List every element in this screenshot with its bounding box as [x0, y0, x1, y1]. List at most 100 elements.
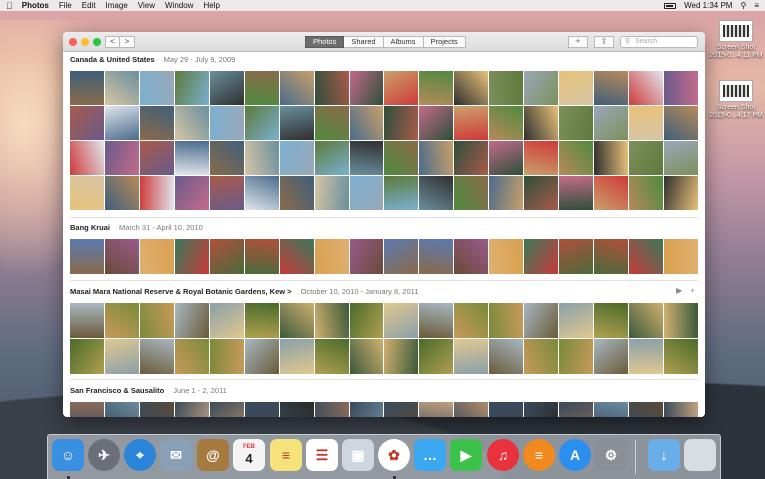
dock-finder-icon[interactable]: ☺ — [52, 439, 84, 471]
photo-thumbnail[interactable] — [454, 339, 489, 374]
photo-thumbnail[interactable] — [594, 141, 629, 175]
photo-thumbnail[interactable] — [70, 141, 104, 175]
photo-thumbnail[interactable] — [489, 339, 524, 374]
photo-thumbnail[interactable] — [314, 239, 349, 274]
photo-thumbnail[interactable] — [104, 106, 139, 140]
photo-thumbnail[interactable] — [384, 303, 419, 338]
photo-thumbnail[interactable] — [104, 141, 139, 175]
photo-thumbnail[interactable] — [139, 71, 174, 105]
photo-thumbnail[interactable] — [559, 339, 594, 374]
photo-thumbnail[interactable] — [349, 402, 384, 417]
photo-thumbnail[interactable] — [664, 239, 698, 274]
fullscreen-button[interactable] — [93, 38, 101, 46]
photo-thumbnail[interactable] — [629, 303, 664, 338]
photo-thumbnail[interactable] — [384, 106, 419, 140]
photo-thumbnail[interactable] — [279, 339, 314, 374]
photo-thumbnail[interactable] — [524, 141, 559, 175]
photo-thumbnail[interactable] — [384, 239, 419, 274]
photo-thumbnail[interactable] — [489, 106, 524, 140]
photo-thumbnail[interactable] — [209, 176, 244, 210]
photo-thumbnail[interactable] — [279, 303, 314, 338]
dock-trash-icon[interactable] — [684, 439, 716, 471]
photo-thumbnail[interactable] — [664, 141, 698, 175]
photo-thumbnail[interactable] — [384, 141, 419, 175]
photo-thumbnail[interactable] — [524, 176, 559, 210]
desktop-file-screenshot-2[interactable]: Screen Shot 2015-0...4.17 PM — [706, 80, 765, 120]
photo-thumbnail[interactable] — [664, 106, 698, 140]
photo-thumbnail[interactable] — [559, 303, 594, 338]
photo-thumbnail[interactable] — [454, 106, 489, 140]
spotlight-icon[interactable]: ⚲ — [740, 1, 746, 10]
photo-thumbnail[interactable] — [489, 239, 524, 274]
photo-thumbnail[interactable] — [489, 303, 524, 338]
tab-albums[interactable]: Albums — [383, 36, 424, 48]
photo-thumbnail[interactable] — [104, 339, 139, 374]
photo-thumbnail[interactable] — [384, 339, 419, 374]
photo-thumbnail[interactable] — [454, 402, 489, 417]
dock-photos-icon[interactable]: ✿ — [378, 439, 410, 471]
photo-thumbnail[interactable] — [139, 339, 174, 374]
close-button[interactable] — [69, 38, 77, 46]
photo-thumbnail[interactable] — [244, 106, 279, 140]
photo-thumbnail[interactable] — [594, 303, 629, 338]
photo-thumbnail[interactable] — [279, 141, 314, 175]
moment-title[interactable]: Canada & United States — [70, 55, 155, 64]
moment-title[interactable]: Masai Mara National Reserve & Royal Bota… — [70, 287, 292, 296]
photo-thumbnail[interactable] — [139, 402, 174, 417]
photo-thumbnail[interactable] — [419, 339, 454, 374]
moment-title[interactable]: San Francisco & Sausalito — [70, 386, 164, 395]
photo-thumbnail[interactable] — [524, 239, 559, 274]
photo-thumbnail[interactable] — [70, 176, 104, 210]
photo-thumbnail[interactable] — [489, 71, 524, 105]
photo-thumbnail[interactable] — [279, 106, 314, 140]
photo-thumbnail[interactable] — [559, 141, 594, 175]
dock-app-store-icon[interactable]: A — [559, 439, 591, 471]
photo-thumbnail[interactable] — [559, 176, 594, 210]
photo-thumbnail[interactable] — [174, 176, 209, 210]
tab-projects[interactable]: Projects — [423, 36, 466, 48]
forward-button[interactable]: > — [120, 36, 135, 48]
photo-thumbnail[interactable] — [139, 176, 174, 210]
photo-thumbnail[interactable] — [279, 239, 314, 274]
add-to-icon[interactable]: + — [690, 286, 695, 295]
dock-calendar-icon[interactable]: FEB 4 — [233, 439, 265, 471]
photo-thumbnail[interactable] — [314, 71, 349, 105]
minimize-button[interactable] — [81, 38, 89, 46]
photo-thumbnail[interactable] — [70, 303, 104, 338]
add-button[interactable]: + — [568, 36, 588, 48]
battery-icon[interactable] — [664, 2, 677, 9]
photo-thumbnail[interactable] — [139, 303, 174, 338]
photo-thumbnail[interactable] — [664, 303, 698, 338]
photo-thumbnail[interactable] — [104, 71, 139, 105]
clock[interactable]: Wed 1:34 PM — [684, 1, 732, 10]
photo-thumbnail[interactable] — [524, 339, 559, 374]
photo-thumbnail[interactable] — [104, 303, 139, 338]
photo-thumbnail[interactable] — [314, 176, 349, 210]
dock-system-preferences-icon[interactable]: ⚙ — [595, 439, 627, 471]
photo-thumbnail[interactable] — [419, 141, 454, 175]
dock-messages-icon[interactable]: … — [414, 439, 446, 471]
photo-thumbnail[interactable] — [419, 402, 454, 417]
photo-thumbnail[interactable] — [629, 106, 664, 140]
tab-shared[interactable]: Shared — [344, 36, 384, 48]
photo-thumbnail[interactable] — [104, 239, 139, 274]
photo-thumbnail[interactable] — [454, 141, 489, 175]
photo-thumbnail[interactable] — [629, 239, 664, 274]
photo-thumbnail[interactable] — [314, 303, 349, 338]
photo-thumbnail[interactable] — [629, 402, 664, 417]
photo-thumbnail[interactable] — [70, 106, 104, 140]
photo-thumbnail[interactable] — [664, 402, 698, 417]
photo-thumbnail[interactable] — [314, 141, 349, 175]
photo-thumbnail[interactable] — [139, 141, 174, 175]
menu-file[interactable]: File — [59, 1, 72, 10]
photo-thumbnail[interactable] — [524, 303, 559, 338]
photo-thumbnail[interactable] — [279, 71, 314, 105]
photo-thumbnail[interactable] — [174, 106, 209, 140]
photo-thumbnail[interactable] — [664, 71, 698, 105]
photo-thumbnail[interactable] — [209, 303, 244, 338]
photo-thumbnail[interactable] — [174, 303, 209, 338]
photo-thumbnail[interactable] — [244, 303, 279, 338]
dock-downloads-icon[interactable]: ↓ — [648, 439, 680, 471]
tab-photos[interactable]: Photos — [305, 36, 345, 48]
photo-thumbnail[interactable] — [594, 402, 629, 417]
